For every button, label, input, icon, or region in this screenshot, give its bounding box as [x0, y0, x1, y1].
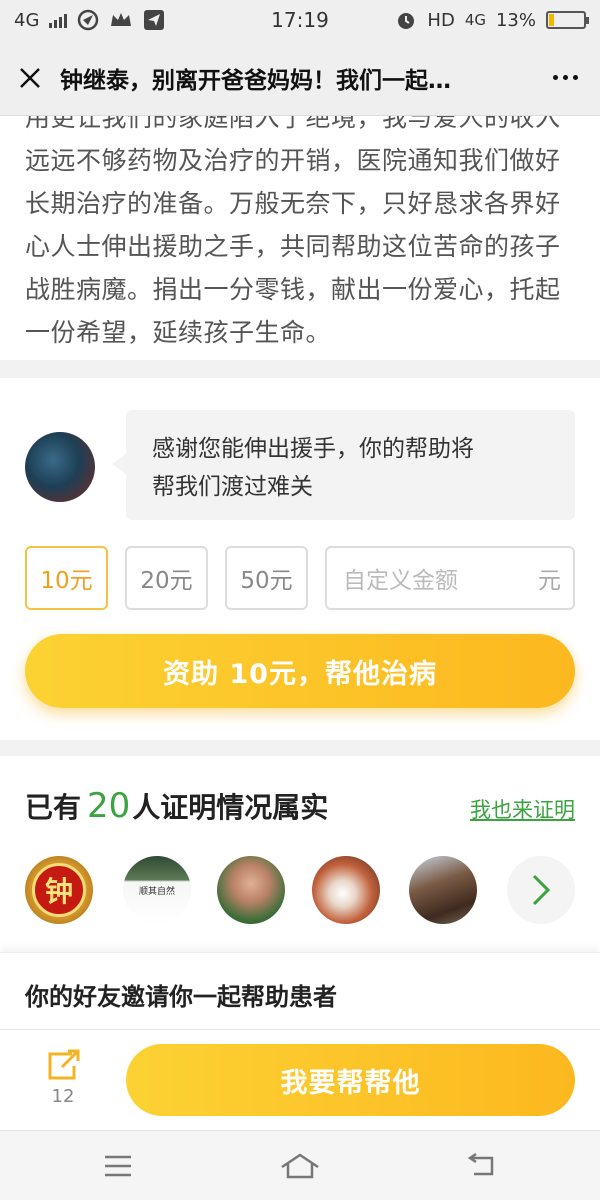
- verifier-avatar[interactable]: [217, 856, 285, 924]
- battery-fill: [549, 14, 554, 26]
- verification-title: 已有 20 人证明情况属实: [25, 786, 328, 826]
- verification-suffix: 人证明情况属实: [132, 791, 329, 824]
- battery-percent: 13%: [495, 9, 536, 31]
- verifier-avatar-text: 顺其自然: [138, 887, 175, 897]
- system-nav-bar: [0, 1130, 600, 1200]
- close-icon: [20, 67, 40, 88]
- share-icon: [48, 1049, 80, 1080]
- more-verifiers-button[interactable]: [507, 856, 575, 924]
- crown-icon: [111, 13, 132, 26]
- alarm-icon: [398, 13, 415, 29]
- more-dot-icon: [572, 75, 578, 80]
- thanks-message-line1: 感谢您能伸出援手，你的帮助将: [152, 436, 474, 462]
- menu-icon: [105, 1155, 131, 1177]
- verifier-avatar[interactable]: 顺其自然: [123, 856, 191, 924]
- verifier-avatars: 钟 顺其自然: [25, 856, 575, 926]
- home-icon: [281, 1153, 319, 1179]
- verifier-avatar-seal: 钟: [32, 863, 86, 917]
- verification-card: 已有 20 人证明情况属实 我也来证明 钟 顺其自然: [0, 756, 600, 952]
- more-dot-icon: [552, 75, 558, 80]
- hd-label: HD: [427, 9, 455, 31]
- friend-invite-text: 你的好友邀请你一起帮助患者: [25, 983, 337, 1011]
- amount-options: 10元 20元 50元 自定义金额 元: [25, 546, 575, 610]
- app-notification-icon: [78, 9, 99, 31]
- share-count: 12: [51, 1086, 75, 1107]
- title-bar: 钟继泰，别离开爸爸妈妈！我们一起…: [0, 40, 600, 116]
- network-label: 4G: [14, 9, 40, 31]
- patient-avatar: [25, 432, 95, 502]
- menu-button[interactable]: [98, 1147, 138, 1185]
- status-right: HD 4G 13%: [395, 9, 589, 31]
- more-dot-icon: [562, 75, 568, 80]
- thanks-message-line2: 帮我们渡过难关: [152, 474, 313, 500]
- custom-amount-placeholder: 自定义金额: [343, 568, 458, 594]
- close-button[interactable]: [0, 40, 60, 116]
- custom-amount-input[interactable]: 自定义金额 元: [325, 546, 575, 610]
- signal-icon: [49, 12, 68, 28]
- bottom-action-bar: 12 我要帮帮他: [0, 1030, 600, 1130]
- amount-option-20[interactable]: 20元: [125, 546, 208, 610]
- back-button[interactable]: [462, 1147, 502, 1185]
- verification-count: 20: [87, 786, 131, 826]
- page-title: 钟继泰，别离开爸爸妈妈！我们一起…: [60, 67, 451, 94]
- amount-option-50[interactable]: 50元: [225, 546, 308, 610]
- story-card: 用更让我们的家庭陷入了绝境，我与爱人的收入远远不够药物及治疗的开销，医院通知我们…: [0, 116, 600, 360]
- donation-card: 感谢您能伸出援手，你的帮助将 帮我们渡过难关 10元 20元 50元 自定义金额…: [0, 378, 600, 740]
- network-label-2: 4G: [464, 11, 486, 29]
- verifier-avatar[interactable]: [312, 856, 380, 924]
- send-icon: [144, 10, 165, 30]
- thanks-message-bubble: 感谢您能伸出援手，你的帮助将 帮我们渡过难关: [112, 410, 575, 520]
- chevron-right-icon: [532, 874, 551, 906]
- verification-prefix: 已有: [25, 791, 82, 824]
- story-text: 用更让我们的家庭陷入了绝境，我与爱人的收入远远不够药物及治疗的开销，医院通知我们…: [25, 116, 561, 347]
- status-bar: 4G 17:19 HD 4G 13%: [0, 0, 600, 40]
- verifier-avatar[interactable]: 钟: [25, 856, 93, 924]
- amount-option-10[interactable]: 10元: [25, 546, 108, 610]
- battery-icon: [546, 11, 589, 29]
- home-button[interactable]: [280, 1147, 320, 1185]
- help-him-button[interactable]: 我要帮帮他: [126, 1044, 575, 1116]
- more-options-button[interactable]: [530, 40, 600, 116]
- back-icon: [467, 1152, 494, 1176]
- share-button[interactable]: 12: [32, 1048, 94, 1118]
- custom-amount-unit: 元: [538, 568, 561, 594]
- donate-button[interactable]: 资助 10元，帮他治病: [25, 634, 575, 708]
- friend-invite-bar: 你的好友邀请你一起帮助患者: [0, 952, 600, 1030]
- verify-me-too-link[interactable]: 我也来证明: [470, 794, 575, 824]
- verifier-avatar[interactable]: [409, 856, 477, 924]
- status-left: 4G: [14, 9, 165, 31]
